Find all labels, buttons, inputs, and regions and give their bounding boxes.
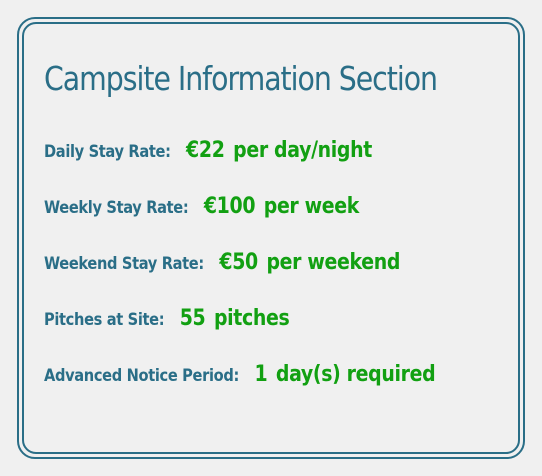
daily-rate-label: Daily Stay Rate: bbox=[44, 142, 171, 162]
weekly-rate-label: Weekly Stay Rate: bbox=[44, 198, 189, 218]
info-row-weekly-rate: Weekly Stay Rate: €100 per week bbox=[44, 194, 359, 224]
weekend-rate-value: €50 bbox=[219, 250, 258, 275]
section-title: Campsite Information Section bbox=[44, 59, 438, 98]
pitches-value: 55 bbox=[179, 306, 206, 331]
weekly-rate-value: €100 bbox=[203, 194, 256, 219]
pitches-label: Pitches at Site: bbox=[44, 310, 165, 330]
info-row-daily-rate: Daily Stay Rate: €22 per day/night bbox=[44, 138, 372, 168]
weekend-rate-unit: per weekend bbox=[266, 250, 401, 275]
info-row-weekend-rate: Weekend Stay Rate: €50 per weekend bbox=[44, 250, 400, 280]
info-row-pitches: Pitches at Site: 55 pitches bbox=[44, 306, 290, 336]
notice-period-unit: day(s) required bbox=[275, 362, 436, 387]
pitches-unit: pitches bbox=[213, 306, 290, 331]
notice-period-value: 1 bbox=[254, 362, 268, 387]
daily-rate-unit: per day/night bbox=[233, 138, 372, 163]
weekly-rate-unit: per week bbox=[263, 194, 360, 219]
notice-period-label: Advanced Notice Period: bbox=[44, 366, 239, 386]
weekend-rate-label: Weekend Stay Rate: bbox=[44, 254, 204, 274]
daily-rate-value: €22 bbox=[186, 138, 225, 163]
info-row-notice-period: Advanced Notice Period: 1 day(s) require… bbox=[44, 362, 436, 392]
